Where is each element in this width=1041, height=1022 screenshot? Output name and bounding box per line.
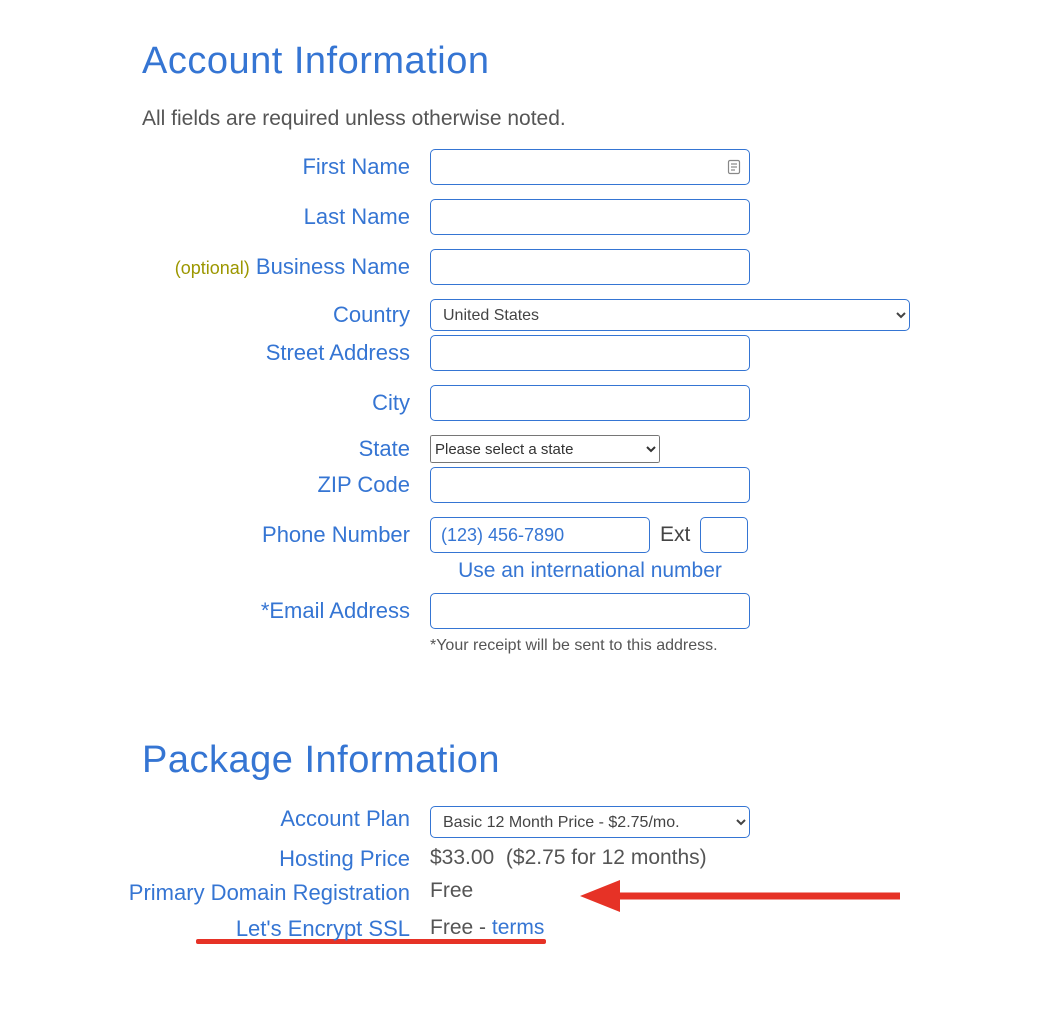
zip-input[interactable]	[430, 467, 750, 503]
last-name-label: Last Name	[50, 205, 430, 229]
account-plan-label: Account Plan	[50, 806, 430, 831]
annotation-arrow-icon	[580, 876, 900, 916]
account-info-heading: Account Information	[50, 40, 991, 83]
phone-input[interactable]	[430, 517, 650, 553]
business-name-input[interactable]	[430, 249, 750, 285]
receipt-note: *Your receipt will be sent to this addre…	[430, 637, 718, 655]
optional-tag: (optional)	[175, 258, 250, 278]
intl-number-link[interactable]: Use an international number	[458, 559, 722, 582]
phone-label: Phone Number	[50, 523, 430, 547]
last-name-input[interactable]	[430, 199, 750, 235]
city-input[interactable]	[430, 385, 750, 421]
primary-domain-registration-label: Primary Domain Registration	[50, 879, 430, 908]
first-name-input[interactable]	[430, 149, 750, 185]
primary-domain-registration-value: Free	[430, 879, 473, 903]
package-info-heading: Package Information	[50, 739, 991, 782]
email-label: *Email Address	[50, 599, 430, 623]
ext-label: Ext	[660, 523, 690, 547]
lets-encrypt-ssl-value: Free - terms	[430, 916, 544, 940]
country-label: Country	[50, 303, 430, 327]
ext-input[interactable]	[700, 517, 748, 553]
first-name-label: First Name	[50, 155, 430, 179]
street-address-input[interactable]	[430, 335, 750, 371]
account-plan-select[interactable]: Basic 12 Month Price - $2.75/mo.	[430, 806, 750, 838]
state-select[interactable]: Please select a state	[430, 435, 660, 463]
lets-encrypt-ssl-label: Let's Encrypt SSL	[50, 916, 430, 941]
email-input[interactable]	[430, 593, 750, 629]
city-label: City	[50, 391, 430, 415]
country-select[interactable]: United States	[430, 299, 910, 331]
street-address-label: Street Address	[50, 341, 430, 365]
required-fields-note: All fields are required unless otherwise…	[50, 107, 991, 131]
state-label: State	[50, 437, 430, 461]
zip-label: ZIP Code	[50, 473, 430, 497]
ssl-terms-link[interactable]: terms	[492, 916, 545, 939]
hosting-price-label: Hosting Price	[50, 846, 430, 871]
hosting-price-value: $33.00 ($2.75 for 12 months)	[430, 846, 707, 870]
business-name-label: Business Name	[256, 254, 410, 279]
